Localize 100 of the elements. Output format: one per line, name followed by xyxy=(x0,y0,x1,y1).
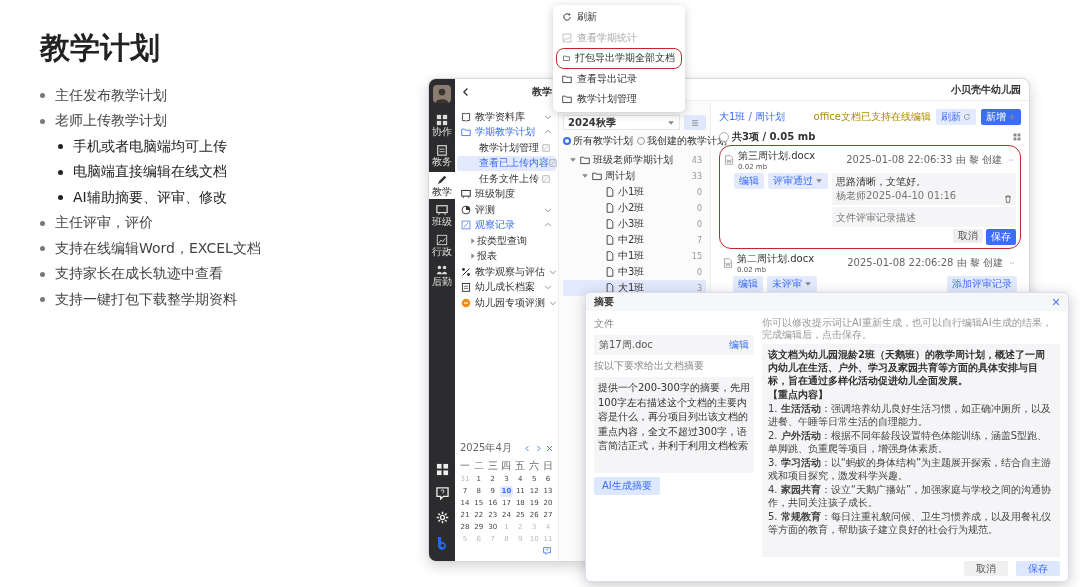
bullet-icon xyxy=(58,144,63,150)
created-info: 2025-01-08 22:06:28 由 黎 创建 xyxy=(846,256,1003,270)
file-name[interactable]: 第二周计划.docx xyxy=(737,252,815,266)
menu-icon xyxy=(562,12,572,23)
save-button[interactable]: 保存 xyxy=(986,229,1016,245)
edit-link[interactable]: 编辑 xyxy=(729,338,749,352)
bullet-text: 手机或者电脑端均可上传 xyxy=(73,137,227,156)
list-button[interactable] xyxy=(684,115,706,130)
list-icon xyxy=(691,118,699,127)
item-count: 0 xyxy=(696,187,702,197)
item-count: 15 xyxy=(691,251,702,261)
nav-item[interactable]: 教学资料库 xyxy=(455,109,558,125)
file-name[interactable]: 第三周计划.docx xyxy=(738,149,816,163)
nav-subitem[interactable]: 按类型查询 xyxy=(457,233,556,249)
tree-node[interactable]: 小1班 0 xyxy=(563,184,706,200)
menu-item[interactable]: 查看导出记录 xyxy=(556,68,682,89)
item-count: 0 xyxy=(696,267,702,277)
nav-subitem[interactable]: 报表 xyxy=(457,248,556,264)
cancel-button[interactable]: 取消 xyxy=(953,229,983,243)
tree-node[interactable]: 小2班 0 xyxy=(563,200,706,216)
tree-node[interactable]: 小3班 0 xyxy=(563,216,706,232)
collapse-icon[interactable] xyxy=(461,87,471,97)
nav-item[interactable]: 幼儿园专项评测 xyxy=(455,295,558,311)
nav-subitem[interactable]: 教学计划管理 xyxy=(457,140,556,156)
total-text: 共3项 / 0.05 mb xyxy=(732,130,817,144)
summary-point: 4. 家园共育：设立“天鹅广播站”，加强家庭与学校之间的沟通协作，共同关注孩子成长。 xyxy=(768,483,1053,509)
save-button[interactable]: 保存 xyxy=(1016,561,1060,576)
weekday-label: 五 xyxy=(514,459,527,473)
rail-item[interactable]: 后勤 xyxy=(429,262,455,289)
document-icon xyxy=(542,174,550,183)
nav-icon xyxy=(461,189,471,200)
grid-view-icon[interactable] xyxy=(1013,133,1021,141)
nav-item[interactable]: 学期教学计划 xyxy=(455,124,558,140)
rail-item[interactable]: 协作 xyxy=(429,112,455,139)
nav-item[interactable]: 评测 xyxy=(455,202,558,218)
bullet-icon xyxy=(40,297,45,303)
nav-icon xyxy=(461,204,471,215)
nav-subitem[interactable]: 查看已上传内容 xyxy=(457,155,556,171)
hint-text: 你可以修改提示词让AI重新生成，也可以自行编辑AI生成的结果，完成编辑后，点击保存。 xyxy=(762,317,1053,341)
bullet-text: 主任评审，评价 xyxy=(55,214,153,233)
close-icon[interactable] xyxy=(546,444,553,452)
bullet-text: 支持在线编辑Word，EXCEL文档 xyxy=(55,239,261,258)
grid-icon[interactable] xyxy=(435,463,449,476)
nav-item[interactable]: 观察记录 xyxy=(455,217,558,233)
item-count: 0 xyxy=(696,203,702,213)
avatar-icon[interactable] xyxy=(433,85,451,103)
nav-item[interactable]: 幼儿成长档案 xyxy=(455,279,558,295)
field-label: 文件 xyxy=(594,317,615,331)
menu-item[interactable]: 打包导出学期全部文档 xyxy=(556,48,682,69)
refresh-icon xyxy=(963,113,971,121)
rail-item[interactable]: 行政 xyxy=(429,232,455,259)
generate-button[interactable]: AI生成摘要 xyxy=(594,477,660,495)
tree-node[interactable]: 中1班 15 xyxy=(563,248,706,264)
add-button[interactable]: 新增 xyxy=(981,109,1021,125)
nav-icon xyxy=(461,266,471,277)
radio-option[interactable]: 所有教学计划 xyxy=(563,134,633,148)
bullet-text: AI辅助摘要、评审、修改 xyxy=(73,188,227,207)
menu-item[interactable]: 教学计划管理 xyxy=(556,89,682,110)
tree-node[interactable]: 班级老师学期计划 43 xyxy=(563,152,706,168)
next-icon[interactable] xyxy=(535,444,542,452)
tree-node[interactable]: 中2班 7 xyxy=(563,232,706,248)
tree-node[interactable]: 中3班 0 xyxy=(563,264,706,280)
summary-point: 1. 生活活动：强调培养幼儿良好生活习惯，如正确冲厕所，以及进餐、午睡等日常生活的自理能力。 xyxy=(768,402,1052,428)
rail-item[interactable]: 班级 xyxy=(429,202,455,229)
review-dropdown[interactable]: 评审通过 xyxy=(768,173,828,189)
close-icon[interactable] xyxy=(1052,298,1060,306)
rail-icon xyxy=(436,264,448,276)
add-review-button[interactable]: 添加评审记录 xyxy=(947,276,1017,292)
settings-icon[interactable] xyxy=(435,511,449,524)
rail-item[interactable]: 教学 xyxy=(429,172,455,199)
nav-item[interactable]: 教学观察与评估 xyxy=(455,264,558,280)
previous-icon[interactable] xyxy=(524,444,531,452)
comment-field[interactable]: 文件评审记录描述 xyxy=(832,207,1016,227)
prompt-field[interactable]: 提供一个200-300字的摘要，先用100字左右描述这个文档的主要内容是什么，再分项目列出该文档的重点内容，全文不超过300字，语言简洁正式，并利于利用文档检索 xyxy=(594,377,754,473)
refresh-button[interactable]: 刷新 xyxy=(936,109,976,125)
nav-subitem[interactable]: 任务文件上传 xyxy=(457,171,556,187)
summary-intro: 该文档为幼儿园混龄2班（天鹅班）的教学周计划，概述了一周内幼儿在生活、户外、学习及家园共育等方面的具体安排与目标，旨在通过多样化活动促进幼儿全面发展。 xyxy=(768,348,1046,387)
file-name: 第17周.doc xyxy=(599,338,653,352)
delete-icon[interactable] xyxy=(1004,195,1012,203)
plus-icon xyxy=(1008,113,1016,121)
bullet-icon xyxy=(40,220,45,226)
logo-icon xyxy=(435,535,449,551)
weekday-label: 六 xyxy=(528,459,541,473)
rail-icon xyxy=(436,114,448,126)
review-dropdown[interactable]: 未评审 xyxy=(767,276,817,292)
tree-node[interactable]: 周计划 33 xyxy=(563,168,706,184)
nav-icon xyxy=(461,220,471,231)
document-icon xyxy=(542,143,550,152)
menu-icon xyxy=(562,32,572,43)
rail-item[interactable]: 教务 xyxy=(429,142,455,169)
rail-icon xyxy=(436,174,448,186)
edit-button[interactable]: 编辑 xyxy=(733,276,763,292)
term-dropdown[interactable]: 2024秋季 xyxy=(563,115,680,130)
menu-item[interactable]: 刷新 xyxy=(556,7,682,28)
breadcrumb[interactable]: 大1班 / 周计划 xyxy=(719,110,786,124)
edit-button[interactable]: 编辑 xyxy=(734,173,764,189)
menu-icon xyxy=(562,73,572,84)
nav-title: 教学 xyxy=(532,85,552,99)
nav-item[interactable]: 班级制度 xyxy=(455,186,558,202)
cancel-button[interactable]: 取消 xyxy=(964,561,1008,576)
